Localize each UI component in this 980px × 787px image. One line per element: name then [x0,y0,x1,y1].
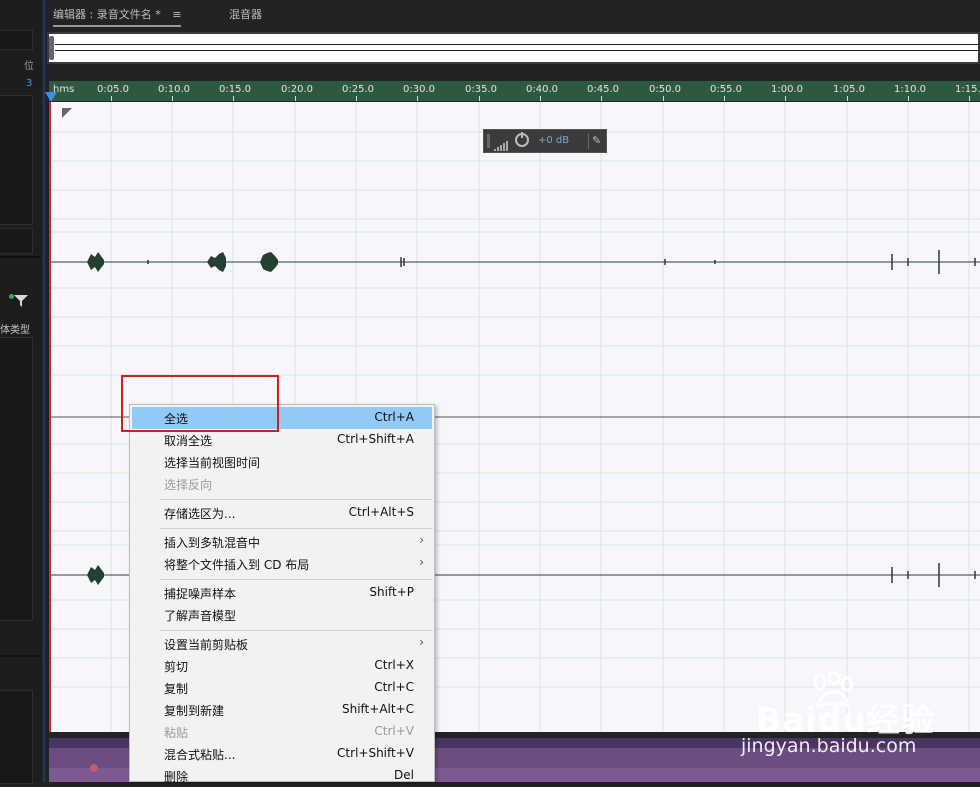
tab-mixer[interactable]: 混音器 [229,6,262,22]
left-panel: 位 3 体类型 [0,0,41,784]
panel-splitter[interactable] [43,0,45,782]
watermark-brand: Baidu经验 [756,700,935,739]
menu-separator [160,630,432,631]
menu-item-capture-noise[interactable]: 捕捉噪声样本 Shift+P [132,582,432,604]
overview-waveform-line [55,44,978,45]
ruler-label: 0:35.0 [465,84,497,95]
ruler-label: 0:45.0 [587,84,619,95]
panel-resize-grip[interactable] [560,733,590,747]
ruler-label: 0:10.0 [158,84,190,95]
pin-icon[interactable]: ✎ [592,134,601,147]
playhead-marker[interactable] [45,92,57,102]
editor-tab-bar: 编辑器 : 录音文件名 * ≡ 混音器 [45,0,980,28]
ruler-tick [356,96,357,101]
ruler-tick [847,96,848,101]
submenu-arrow-icon: › [419,635,424,649]
ruler-tick [908,96,909,101]
menu-item-save-selection[interactable]: 存储选区为... Ctrl+Alt+S [132,502,432,524]
ruler-tick [233,96,234,101]
menu-item-insert-multitrack[interactable]: 插入到多轨混音中 › [132,531,432,553]
ruler-tick [111,96,112,101]
level-meter-icon [494,136,510,155]
menu-item-copy-to-new[interactable]: 复制到新建 Shift+Alt+C [132,699,432,721]
ruler-tick [724,96,725,101]
hud-grip[interactable] [487,134,490,148]
column-header-label: 位 [24,61,34,72]
ruler-tick [172,96,173,101]
menu-separator [160,528,432,529]
ruler-label: 0:25.0 [342,84,374,95]
column-value: 3 [26,78,33,89]
ruler-label: 0:50.0 [649,84,681,95]
overview-waveform-line [55,50,978,51]
files-list[interactable] [0,95,33,225]
menu-item-learn-sound-model[interactable]: 了解声音模型 [132,604,432,626]
panel-divider-2 [0,655,41,657]
hud-divider [588,133,589,149]
ruler-label: 0:40.0 [526,84,558,95]
context-menu: 全选 Ctrl+A 取消全选 Ctrl+Shift+A 选择当前视图时间 选择反向 … [129,404,435,784]
ruler-label: 0:30.0 [403,84,435,95]
menu-item-insert-cd-layout[interactable]: 将整个文件插入到 CD 布局 › [132,553,432,575]
menu-separator [160,499,432,500]
tab-editor-label: 编辑器 : 录音文件名 * [53,8,161,21]
overview-scroll-handle[interactable] [49,36,54,60]
ruler-label: 0:55.0 [710,84,742,95]
menu-item-deselect-all[interactable]: 取消全选 Ctrl+Shift+A [132,429,432,451]
ruler-label: 1:10.0 [894,84,926,95]
ruler-label: 1:00.0 [771,84,803,95]
filter-icon[interactable] [14,293,28,312]
menu-item-cut[interactable]: 剪切 Ctrl+X [132,655,432,677]
ruler-tick [479,96,480,101]
ruler-tick [663,96,664,101]
panel-footer [0,228,33,254]
submenu-arrow-icon: › [419,555,424,569]
gain-hud[interactable]: +0 dB ✎ [483,129,607,153]
zoom-corner-icon[interactable] [62,108,72,118]
tab-editor[interactable]: 编辑器 : 录音文件名 * ≡ [53,6,182,27]
time-ruler[interactable]: hms 0:05.0 0:10.0 0:15.0 0:20.0 0:25.0 0… [49,81,980,101]
effects-list[interactable] [0,337,33,621]
waveform-overview[interactable] [47,32,980,64]
ruler-label: 1:15.0 [955,84,980,95]
volume-knob-icon[interactable] [515,132,529,147]
ruler-label: 0:15.0 [219,84,251,95]
menu-separator [160,579,432,580]
ruler-label: 0:05.0 [97,84,129,95]
menu-item-delete[interactable]: 删除 Del [132,765,432,787]
submenu-arrow-icon: › [419,533,424,547]
history-list[interactable] [0,690,33,784]
menu-item-set-clipboard[interactable]: 设置当前剪贴板 › [132,633,432,655]
ruler-tick [785,96,786,101]
panel-divider [0,256,41,258]
ruler-label: 1:05.0 [833,84,865,95]
menu-item-select-view-time[interactable]: 选择当前视图时间 [132,451,432,473]
media-type-label: 体类型 [0,325,30,336]
ruler-tick [540,96,541,101]
ruler-tick [295,96,296,101]
hamburger-icon[interactable]: ≡ [172,8,181,21]
ruler-tick [417,96,418,101]
ruler-tick [601,96,602,101]
ruler-tick [969,96,970,101]
annotation-highlight-box [121,375,279,432]
menu-item-mix-paste[interactable]: 混合式粘贴... Ctrl+Shift+V [132,743,432,765]
playhead-line [49,102,51,732]
panel-search-field[interactable] [0,30,33,50]
menu-item-copy[interactable]: 复制 Ctrl+C [132,677,432,699]
gain-value[interactable]: +0 dB [538,135,569,146]
ruler-label: 0:20.0 [281,84,313,95]
menu-item-paste: 粘贴 Ctrl+V [164,724,414,740]
menu-item-invert-selection: 选择反向 [164,478,213,492]
watermark-url: jingyan.baidu.com [741,735,917,757]
